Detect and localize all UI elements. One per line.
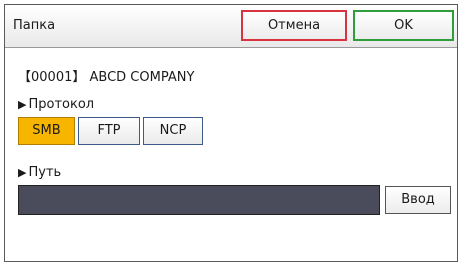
destination-label: 【00001】 ABCD COMPANY [18,70,195,85]
ok-button[interactable]: OK [353,10,454,41]
title-bar: Папка Отмена OK [5,5,457,48]
triangle-right-icon: ▶ [18,166,27,179]
path-label: Путь [28,165,62,180]
cancel-button[interactable]: Отмена [241,10,347,41]
protocol-option-ncp[interactable]: NCP [143,117,203,145]
protocol-option-smb[interactable]: SMB [18,117,75,145]
path-section-label: ▶ Путь [18,165,61,180]
dialog-title: Папка [13,18,56,33]
protocol-label: Протокол [28,97,95,112]
enter-button[interactable]: Ввод [385,186,451,214]
triangle-right-icon: ▶ [18,98,27,111]
protocol-section-label: ▶ Протокол [18,97,94,112]
protocol-option-ftp[interactable]: FTP [78,117,140,145]
folder-dialog: Папка Отмена OK 【00001】 ABCD COMPANY ▶ Пр… [4,4,458,262]
path-input[interactable] [18,185,380,215]
